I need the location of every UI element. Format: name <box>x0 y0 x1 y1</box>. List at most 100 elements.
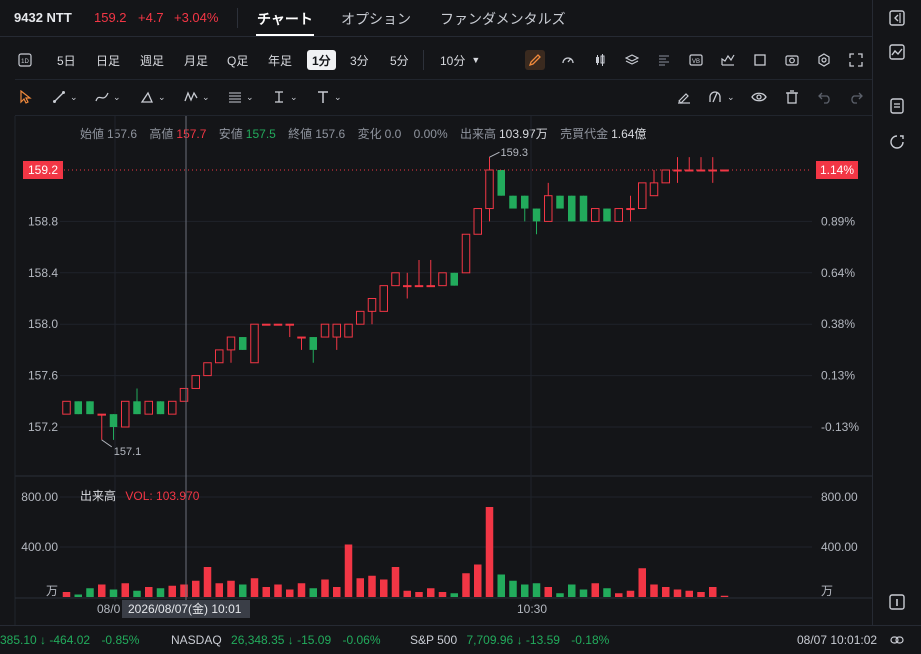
price-change-pct: +3.04% <box>174 10 219 25</box>
volume-bar <box>203 567 212 597</box>
trash-icon[interactable] <box>784 87 800 107</box>
period-quarterly[interactable]: Q足 <box>227 50 248 70</box>
candle-body <box>109 414 118 427</box>
candle-body <box>685 169 694 172</box>
fib-tool-icon[interactable]: ⌄ <box>228 87 254 107</box>
volume-bar <box>192 580 200 597</box>
ticker-item-sp500[interactable]: S&P 500 7,709.96 ↓ -13.59 -0.18% <box>410 633 609 647</box>
period-3min[interactable]: 3分 <box>350 50 369 70</box>
candle-body <box>438 272 447 287</box>
news-icon[interactable] <box>888 97 906 115</box>
cursor-icon[interactable] <box>18 87 32 107</box>
share-icon[interactable] <box>888 133 906 151</box>
vb-icon[interactable]: VB <box>686 50 706 70</box>
ticker-change: -15.09 <box>297 633 332 647</box>
text-cursor-icon[interactable]: ⌄ <box>272 87 298 107</box>
candle-body <box>297 336 306 339</box>
candle-body <box>568 195 576 222</box>
candle-body <box>485 169 494 210</box>
price-chart[interactable]: 157.2 -0.13% 157.6 0.13% 158.0 0.38% 158.4 0.64… <box>0 116 872 625</box>
info-icon[interactable] <box>888 593 906 611</box>
ticker-item-nasdaq[interactable]: NASDAQ 26,348.35 ↓ -15.09 -0.06% <box>171 633 381 647</box>
last-price: 159.2 <box>94 10 127 25</box>
volume-bar <box>638 568 646 597</box>
panel-toggle-icon[interactable] <box>888 9 906 27</box>
ticker-pct: -0.85% <box>101 633 140 647</box>
volume-unit-label: 万 <box>821 584 833 598</box>
candle-body <box>521 195 529 209</box>
period-monthly[interactable]: 月足 <box>184 50 208 70</box>
volume-bar <box>556 593 564 597</box>
candle-body <box>603 208 611 222</box>
brush-icon[interactable] <box>676 87 692 107</box>
candle-body <box>497 170 505 196</box>
wave-tool-icon[interactable]: ⌄ <box>184 87 210 107</box>
volume-bar <box>133 590 141 597</box>
chevron-down-icon: ⌄ <box>727 91 735 102</box>
down-arrow-icon: ↓ <box>516 633 523 647</box>
curve-tool-icon[interactable]: ⌄ <box>95 87 121 107</box>
candle-body <box>579 195 588 222</box>
candle-body <box>179 387 189 402</box>
candle-body <box>426 285 435 288</box>
layers-icon[interactable] <box>622 50 642 70</box>
period-1min[interactable]: 1分 <box>307 50 336 70</box>
gear-icon[interactable] <box>814 50 834 70</box>
period-yearly[interactable]: 年足 <box>268 50 292 70</box>
period-5d[interactable]: 5日 <box>57 50 76 70</box>
down-arrow-icon: ↓ <box>287 633 294 647</box>
magnet-icon[interactable]: ⌄ <box>707 87 735 107</box>
candle-body <box>203 362 212 377</box>
fullscreen-icon[interactable] <box>846 50 866 70</box>
volume-bar <box>685 590 693 597</box>
volume-bar <box>697 592 705 597</box>
candle-body <box>649 182 659 197</box>
pct-tick-label: 0.89% <box>821 214 855 228</box>
volume-bar <box>215 583 223 597</box>
chart-panel-icon[interactable] <box>888 43 906 61</box>
ticker-change: -464.02 <box>49 633 91 647</box>
volume-bar <box>62 592 71 597</box>
indicator-icon[interactable] <box>718 50 738 70</box>
undo-icon[interactable] <box>817 87 833 107</box>
redo-icon[interactable] <box>848 87 864 107</box>
period-weekly[interactable]: 週足 <box>140 50 164 70</box>
chevron-down-icon: ⌄ <box>158 91 166 102</box>
candle-body <box>320 323 330 338</box>
volume-bar <box>626 590 635 597</box>
low-annotation-line <box>101 439 113 448</box>
candle-body <box>391 272 400 287</box>
line-tool-icon[interactable]: ⌄ <box>52 87 78 107</box>
price-tick-label: 157.2 <box>28 420 58 434</box>
candle-body <box>696 169 706 172</box>
align-icon[interactable] <box>654 50 674 70</box>
ticker-item-0[interactable]: 385.10 ↓ -464.02 -0.85% <box>0 633 139 647</box>
interval-dropdown[interactable]: 10分 ▼ <box>440 50 480 70</box>
candle-body <box>191 375 200 389</box>
square-icon[interactable] <box>750 50 770 70</box>
volume-tick-label: 400.00 <box>21 540 58 554</box>
period-5min[interactable]: 5分 <box>390 50 409 70</box>
eye-icon[interactable] <box>751 87 767 107</box>
gauge-icon[interactable] <box>558 50 578 70</box>
candle-body <box>133 401 141 415</box>
candle-type-icon[interactable] <box>590 50 610 70</box>
volume-bar <box>321 579 329 597</box>
camera-icon[interactable] <box>782 50 802 70</box>
tab-chart[interactable]: チャート <box>257 9 313 29</box>
tab-fundamentals[interactable]: ファンダメンタルズ <box>440 9 566 29</box>
volume-bar <box>720 595 729 597</box>
volume-bar <box>227 580 235 597</box>
link-icon[interactable] <box>890 633 904 650</box>
volume-bar <box>462 573 470 597</box>
1d-icon[interactable]: 1D <box>15 50 35 70</box>
period-daily[interactable]: 日足 <box>96 50 120 70</box>
right-sidebar <box>872 0 921 625</box>
volume-bar <box>544 587 552 597</box>
text-tool-icon[interactable]: ⌄ <box>316 87 342 107</box>
volume-bar <box>568 584 576 597</box>
triangle-tool-icon[interactable]: ⌄ <box>140 87 166 107</box>
pencil-icon[interactable] <box>525 50 545 70</box>
tab-options[interactable]: オプション <box>341 9 411 29</box>
volume-bar <box>438 592 447 597</box>
